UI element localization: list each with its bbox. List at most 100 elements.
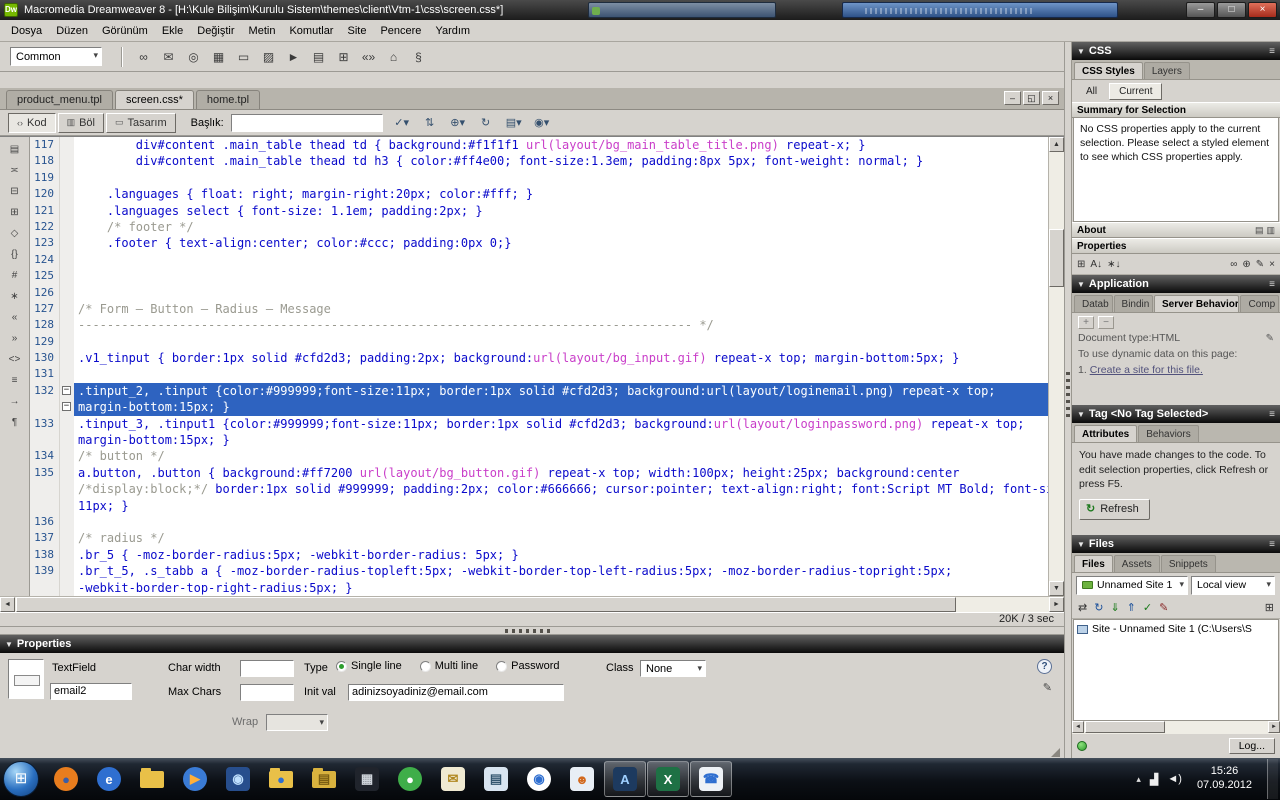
clock[interactable]: 15:26 07.09.2012	[1197, 765, 1252, 793]
doc-icon[interactable]: ▥	[1266, 225, 1275, 236]
code-editor[interactable]: 117 div#content .main_table thead td { b…	[30, 137, 1048, 596]
files-scroll-thumb[interactable]	[1085, 721, 1165, 733]
green-app-icon[interactable]: ●	[389, 761, 431, 797]
tab-assets[interactable]: Assets	[1114, 555, 1160, 572]
comment-icon[interactable]: «»	[357, 46, 380, 67]
view-button-b-l[interactable]: ▥Böl	[58, 113, 104, 133]
wrap-select[interactable]	[266, 714, 328, 731]
menu-item-d-zen[interactable]: Düzen	[49, 22, 95, 40]
files-tree[interactable]: Site - Unnamed Site 1 (C:\Users\S	[1073, 619, 1279, 721]
menu-item-dosya[interactable]: Dosya	[4, 22, 49, 40]
image-icon[interactable]: ▨	[257, 46, 280, 67]
tab-bindin[interactable]: Bindin	[1114, 295, 1153, 312]
insert-div-icon[interactable]: ▭	[232, 46, 255, 67]
code-line[interactable]: 122 /* footer */	[30, 219, 1048, 235]
code-line[interactable]: 126	[30, 285, 1048, 301]
tab-files[interactable]: Files	[1074, 555, 1113, 572]
view-options-icon[interactable]: ▤▾	[502, 113, 526, 133]
excel-icon[interactable]: X	[647, 761, 689, 797]
folder-icon[interactable]	[131, 761, 173, 797]
mail-icon[interactable]: ✉	[432, 761, 474, 797]
add-behavior-button[interactable]: +	[1078, 316, 1094, 329]
properties-splitter[interactable]	[0, 626, 1064, 634]
view-select[interactable]: Local view	[1191, 576, 1275, 595]
table-icon[interactable]: ▦	[207, 46, 230, 67]
checkin-files-icon[interactable]: ✎	[1159, 601, 1168, 614]
code-line[interactable]: 128-------------------------------------…	[30, 317, 1048, 333]
create-site-link[interactable]: Create a site for this file.	[1090, 364, 1203, 376]
file-management-icon[interactable]: ⇅	[418, 113, 442, 133]
menu-item-yard-m[interactable]: Yardım	[428, 22, 477, 40]
get-files-icon[interactable]: ⇓	[1110, 601, 1119, 614]
document-minimize-button[interactable]: –	[1004, 91, 1021, 105]
menu-item-g-r-n-m[interactable]: Görünüm	[95, 22, 155, 40]
code-line[interactable]: margin-bottom:15px; }	[30, 432, 1048, 448]
balance-braces-icon[interactable]: {}	[5, 245, 25, 263]
application-panel-header[interactable]: ▼ Application ≡	[1072, 275, 1280, 293]
view-button-kod[interactable]: ‹›Kod	[8, 113, 56, 133]
code-line[interactable]: 134/* button */	[30, 448, 1048, 464]
code-line[interactable]: 127/* Form – Button – Radius – Message	[30, 301, 1048, 317]
folder-globe-icon[interactable]: ●	[260, 761, 302, 797]
code-line[interactable]: 139.br_t_5, .s_tabb a { -moz-border-radi…	[30, 563, 1048, 579]
code-line[interactable]: 135a.button, .button { background:#ff720…	[30, 465, 1048, 481]
site-root-row[interactable]: Site - Unnamed Site 1 (C:\Users\S	[1074, 620, 1278, 638]
panel-menu-icon[interactable]: ≡	[1269, 539, 1275, 550]
collapse-code-icon[interactable]: −	[62, 402, 71, 411]
list-view-icon[interactable]: A↓	[1090, 259, 1102, 270]
script-icon[interactable]: §	[407, 46, 430, 67]
highlight-invalid-icon[interactable]: ∗	[5, 287, 25, 305]
tab-css-styles[interactable]: CSS Styles	[1074, 62, 1143, 79]
phone-app-icon[interactable]: ☎	[690, 761, 732, 797]
code-line[interactable]: 120 .languages { float: right; margin-ri…	[30, 186, 1048, 202]
quick-tag-editor-icon[interactable]: ✎	[1043, 681, 1052, 694]
tag-panel-header[interactable]: ▼ Tag <No Tag Selected> ≡	[1072, 405, 1280, 423]
type-option-multi-line[interactable]: Multi line	[420, 660, 478, 672]
mode-current[interactable]: Current	[1109, 83, 1162, 100]
view-button-tasar-m[interactable]: ▭Tasarım	[106, 113, 176, 133]
eye-app-icon[interactable]: ◉	[217, 761, 259, 797]
set-properties-view-icon[interactable]: ∗↓	[1107, 259, 1120, 270]
doc-tab-home-tpl[interactable]: home.tpl	[196, 90, 260, 109]
show-desktop-button[interactable]	[1267, 759, 1278, 799]
tray-expand-icon[interactable]: ▴	[1136, 774, 1141, 785]
code-line[interactable]: 11px; }	[30, 498, 1048, 514]
apply-comment-icon[interactable]: «	[5, 308, 25, 326]
code-line[interactable]: 131	[30, 366, 1048, 382]
code-line[interactable]: 129	[30, 334, 1048, 350]
site-select[interactable]: Unnamed Site 1	[1076, 576, 1188, 595]
code-line[interactable]: 130.v1_tinput { border:1px solid #cfd2d3…	[30, 350, 1048, 366]
open-documents-icon[interactable]: ▤	[5, 140, 25, 158]
panel-resize-grip[interactable]	[1051, 748, 1060, 757]
visual-aids-icon[interactable]: ◉▾	[530, 113, 554, 133]
code-line[interactable]: −margin-bottom:15px; }	[30, 399, 1048, 415]
max-chars-input[interactable]	[240, 684, 294, 701]
line-numbers-icon[interactable]: #	[5, 266, 25, 284]
notes-app-icon[interactable]: ▤	[475, 761, 517, 797]
panel-menu-icon[interactable]: ≡	[1269, 279, 1275, 290]
close-button[interactable]: ×	[1248, 2, 1277, 18]
date-icon[interactable]: ▤	[307, 46, 330, 67]
edit-style-icon[interactable]: ✎	[1256, 259, 1264, 270]
server-include-icon[interactable]: ⊞	[332, 46, 355, 67]
css-panel-header[interactable]: ▼ CSS ≡	[1072, 42, 1280, 60]
checkout-files-icon[interactable]: ✓	[1143, 601, 1152, 614]
files-scroll-right-button[interactable]: ►	[1268, 721, 1280, 733]
files-horizontal-scrollbar[interactable]: ◄ ►	[1072, 721, 1280, 734]
media-player-icon[interactable]: ▶	[174, 761, 216, 797]
properties-section-header[interactable]: Properties	[1072, 238, 1280, 254]
menu-item-ekle[interactable]: Ekle	[155, 22, 190, 40]
connect-icon[interactable]: ⇄	[1078, 601, 1087, 614]
put-files-icon[interactable]: ⇑	[1127, 601, 1136, 614]
format-source-icon[interactable]: ¶	[5, 413, 25, 431]
collapse-selection-icon[interactable]: ⊟	[5, 182, 25, 200]
hyperlink-icon[interactable]: ∞	[132, 46, 155, 67]
char-width-input[interactable]	[240, 660, 294, 677]
horizontal-scrollbar[interactable]: ◄ ►	[0, 596, 1064, 612]
vertical-scroll-thumb[interactable]	[1049, 229, 1064, 287]
log-button[interactable]: Log...	[1229, 738, 1275, 754]
refresh-button[interactable]: ↻ Refresh	[1079, 499, 1150, 520]
new-css-rule-icon[interactable]: ⊕	[1242, 259, 1250, 270]
document-title-input[interactable]	[231, 114, 383, 132]
refresh-icon[interactable]: ↻	[1094, 601, 1103, 614]
